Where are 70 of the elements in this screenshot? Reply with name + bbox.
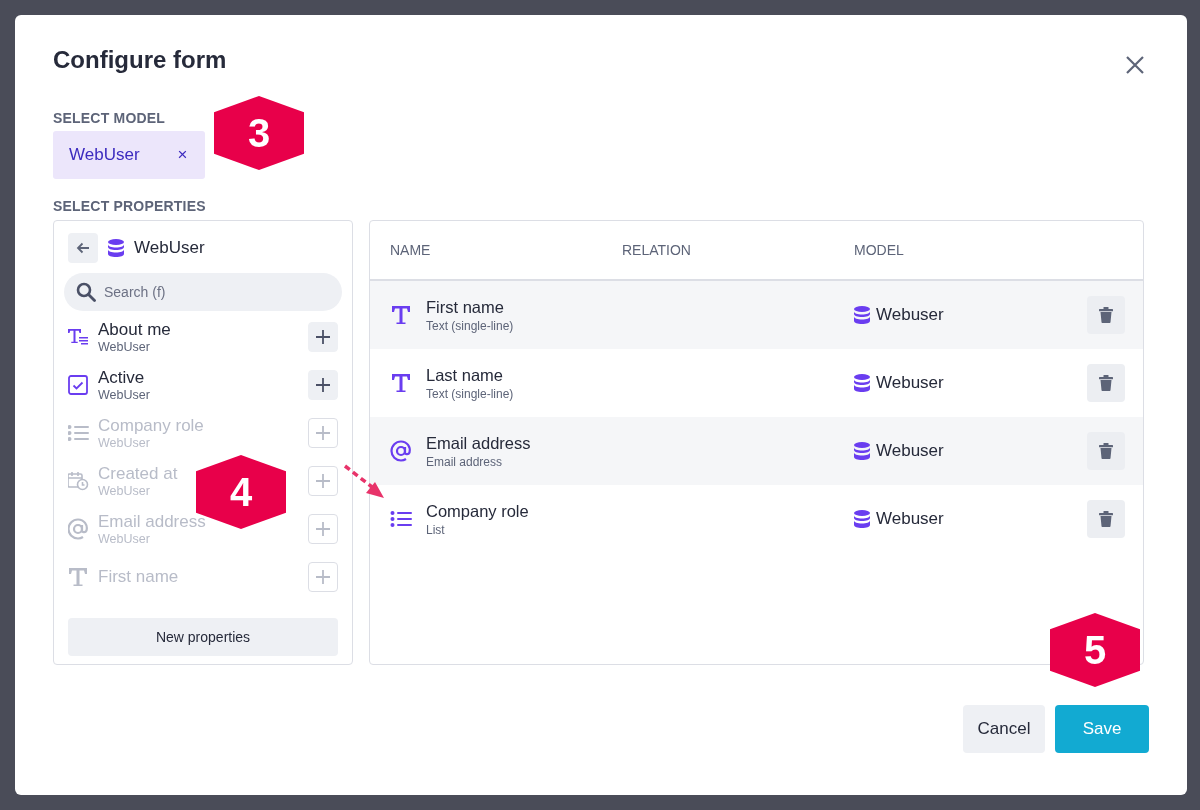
model-name: Webuser bbox=[876, 508, 944, 531]
at-sign-icon bbox=[390, 440, 412, 462]
chip-label: WebUser bbox=[69, 144, 140, 167]
database-icon bbox=[854, 374, 870, 392]
list-icon bbox=[390, 510, 412, 528]
add-button[interactable] bbox=[308, 322, 338, 352]
trash-icon bbox=[1099, 443, 1113, 459]
remove-button[interactable]: × bbox=[177, 142, 188, 168]
trash-icon bbox=[1099, 511, 1113, 527]
plus-icon bbox=[316, 330, 330, 344]
field-label: SELECT MODEL bbox=[53, 109, 167, 128]
trash-icon bbox=[1099, 307, 1113, 323]
delete-button[interactable] bbox=[1087, 500, 1125, 538]
column-header: RELATION bbox=[622, 240, 692, 260]
field-label: SELECT PROPERTIES bbox=[53, 197, 207, 216]
property-model: WebUser bbox=[98, 435, 151, 451]
property-name: Company role bbox=[98, 415, 204, 436]
plus-icon bbox=[316, 522, 330, 536]
model-chip[interactable]: WebUser × bbox=[53, 131, 206, 179]
search-field[interactable]: Search (f) bbox=[64, 273, 342, 311]
property-model: WebUser bbox=[98, 531, 151, 547]
close-icon bbox=[1125, 55, 1145, 75]
model-name: Webuser bbox=[876, 304, 944, 327]
list-icon bbox=[68, 424, 89, 442]
at-sign-icon bbox=[68, 518, 89, 540]
property-type: Text (single-line) bbox=[426, 318, 514, 334]
text-area-icon bbox=[68, 327, 89, 347]
text-type-icon bbox=[390, 372, 412, 394]
dialog-title: Configure form bbox=[53, 45, 227, 75]
database-icon bbox=[854, 510, 870, 528]
property-name: First name bbox=[98, 567, 179, 587]
column-header: NAME bbox=[390, 240, 432, 260]
delete-button[interactable] bbox=[1087, 364, 1125, 402]
property-name: First name bbox=[426, 297, 505, 318]
model-name: Webuser bbox=[876, 372, 944, 395]
column-header: MODEL bbox=[854, 240, 905, 260]
database-icon bbox=[108, 239, 124, 257]
plus-icon bbox=[316, 426, 330, 440]
property-name: Last name bbox=[426, 365, 505, 386]
property-type: Email address bbox=[426, 454, 504, 470]
property-type: Text (single-line) bbox=[426, 386, 514, 402]
back-arrow-icon bbox=[76, 242, 90, 254]
property-model: WebUser bbox=[98, 387, 150, 403]
property-model: WebUser bbox=[98, 339, 151, 355]
new-properties-button[interactable]: New properties bbox=[68, 618, 338, 656]
property-type: List bbox=[426, 522, 446, 538]
property-name: Created at bbox=[98, 463, 178, 484]
database-icon bbox=[854, 306, 870, 324]
model-name: WebUser bbox=[134, 237, 205, 260]
property-name: About me bbox=[98, 319, 171, 340]
delete-button[interactable] bbox=[1087, 432, 1125, 470]
property-name: Active bbox=[98, 367, 146, 388]
calendar-clock-icon bbox=[68, 471, 89, 491]
text-type-icon bbox=[68, 566, 89, 588]
checkbox-icon bbox=[68, 375, 88, 395]
property-name: Email address bbox=[98, 511, 206, 532]
trash-icon bbox=[1099, 375, 1113, 391]
property-name: Company role bbox=[426, 501, 529, 522]
database-icon bbox=[854, 442, 870, 460]
model-name: Webuser bbox=[876, 440, 944, 463]
cancel-button[interactable]: Cancel bbox=[963, 705, 1045, 753]
plus-icon bbox=[316, 474, 330, 488]
text-type-icon bbox=[390, 304, 412, 326]
add-button[interactable] bbox=[308, 370, 338, 400]
plus-icon bbox=[316, 570, 330, 584]
property-model: WebUser bbox=[98, 483, 151, 499]
back-button[interactable] bbox=[68, 233, 98, 263]
plus-icon bbox=[316, 378, 330, 392]
property-name: Email address bbox=[426, 433, 531, 454]
delete-button[interactable] bbox=[1087, 296, 1125, 334]
